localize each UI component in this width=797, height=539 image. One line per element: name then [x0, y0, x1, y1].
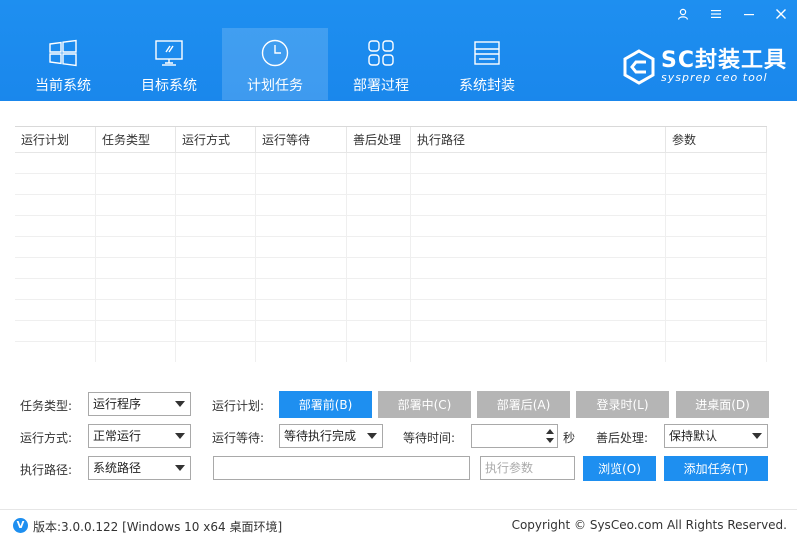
- logo-mark-icon: [623, 49, 655, 85]
- tab-label: 系统封装: [459, 78, 515, 94]
- plan-after-deploy-button[interactable]: 部署后(A): [477, 391, 570, 418]
- tab-label: 计划任务: [247, 78, 303, 94]
- column-header[interactable]: 任务类型: [96, 127, 176, 153]
- exec-path-input[interactable]: [213, 456, 470, 480]
- tab-current-system[interactable]: 当前系统: [10, 28, 116, 100]
- after-process-label: 善后处理:: [596, 431, 649, 445]
- grid-icon: [368, 40, 394, 66]
- minimize-icon[interactable]: [737, 4, 761, 24]
- tab-label: 当前系统: [35, 78, 91, 94]
- table-row[interactable]: [15, 216, 767, 237]
- plan-on-desktop-button[interactable]: 进桌面(D): [676, 391, 769, 418]
- exec-params-input[interactable]: 执行参数: [480, 456, 575, 480]
- after-process-value: 保持默认: [669, 429, 718, 443]
- table-row[interactable]: [15, 258, 767, 279]
- logo-title: SC封装工具: [661, 48, 787, 73]
- column-header[interactable]: 运行计划: [15, 127, 96, 153]
- table-row[interactable]: [15, 321, 767, 342]
- task-table: 运行计划 任务类型 运行方式 运行等待 善后处理 执行路径 参数: [15, 126, 767, 362]
- task-type-value: 运行程序: [93, 397, 142, 411]
- spin-up-icon[interactable]: [545, 426, 555, 436]
- tab-target-system[interactable]: 目标系统: [116, 28, 222, 100]
- tab-label: 部署过程: [353, 78, 409, 94]
- column-header[interactable]: 运行等待: [256, 127, 347, 153]
- tab-scheduled-tasks[interactable]: 计划任务: [222, 28, 328, 100]
- chevron-down-icon: [175, 433, 185, 439]
- table-row[interactable]: [15, 237, 767, 258]
- version-text: 版本:3.0.0.122 [Windows 10 x64 桌面环境]: [33, 520, 283, 534]
- app-logo: SC封装工具 sysprep ceo tool: [620, 48, 787, 86]
- column-header[interactable]: 参数: [666, 127, 767, 153]
- run-mode-select[interactable]: 正常运行: [88, 424, 191, 448]
- windows-icon: [49, 39, 77, 67]
- run-wait-label: 运行等待:: [212, 431, 265, 445]
- plan-before-deploy-button[interactable]: 部署前(B): [279, 391, 372, 418]
- run-wait-select[interactable]: 等待执行完成: [279, 424, 383, 448]
- seconds-unit-label: 秒: [563, 431, 576, 445]
- run-mode-value: 正常运行: [93, 429, 142, 443]
- exec-params-placeholder: 执行参数: [485, 461, 534, 475]
- chevron-down-icon: [367, 433, 377, 439]
- column-header[interactable]: 善后处理: [347, 127, 411, 153]
- version-badge-icon: V: [13, 518, 28, 533]
- status-bar: V 版本:3.0.0.122 [Windows 10 x64 桌面环境] Cop…: [0, 509, 797, 539]
- plan-on-login-button[interactable]: 登录时(L): [576, 391, 669, 418]
- table-row[interactable]: [15, 195, 767, 216]
- logo-subtitle: sysprep ceo tool: [661, 71, 768, 84]
- copyright-text: Copyright © SysCeo.com All Rights Reserv…: [511, 518, 787, 532]
- close-icon[interactable]: [769, 4, 793, 24]
- tab-system-package[interactable]: 系统封装: [434, 28, 540, 100]
- task-type-select[interactable]: 运行程序: [88, 392, 191, 416]
- chevron-down-icon: [752, 433, 762, 439]
- run-plan-label: 运行计划:: [212, 399, 265, 413]
- column-header[interactable]: 运行方式: [176, 127, 256, 153]
- monitor-icon: [155, 40, 183, 66]
- table-header: 运行计划 任务类型 运行方式 运行等待 善后处理 执行路径 参数: [15, 127, 767, 153]
- table-row[interactable]: [15, 342, 767, 362]
- main-nav: 当前系统 目标系统 计划任务 部署过程 系统封装: [10, 28, 540, 100]
- header-bar: 当前系统 目标系统 计划任务 部署过程 系统封装 SC封装工具 sysprep …: [0, 0, 797, 101]
- exec-path-select[interactable]: 系统路径: [88, 456, 191, 480]
- add-task-button[interactable]: 添加任务(T): [664, 456, 768, 481]
- chevron-down-icon: [175, 401, 185, 407]
- table-row[interactable]: [15, 153, 767, 174]
- table-body: [15, 153, 767, 362]
- spin-down-icon[interactable]: [545, 436, 555, 446]
- tab-label: 目标系统: [141, 78, 197, 94]
- plan-during-deploy-button[interactable]: 部署中(C): [378, 391, 471, 418]
- clock-icon: [261, 39, 289, 67]
- column-header[interactable]: 执行路径: [411, 127, 666, 153]
- exec-path-value: 系统路径: [93, 461, 142, 475]
- table-row[interactable]: [15, 300, 767, 321]
- run-mode-label: 运行方式:: [20, 431, 73, 445]
- run-wait-value: 等待执行完成: [284, 429, 357, 443]
- task-type-label: 任务类型:: [20, 399, 73, 413]
- drive-icon: [474, 41, 500, 65]
- table-row[interactable]: [15, 174, 767, 195]
- user-icon[interactable]: [671, 4, 695, 24]
- exec-path-label: 执行路径:: [20, 463, 73, 477]
- after-process-select[interactable]: 保持默认: [664, 424, 768, 448]
- wait-time-label: 等待时间:: [403, 431, 456, 445]
- menu-icon[interactable]: [704, 4, 728, 24]
- tab-deploy-process[interactable]: 部署过程: [328, 28, 434, 100]
- browse-button[interactable]: 浏览(O): [583, 456, 656, 481]
- chevron-down-icon: [175, 465, 185, 471]
- table-row[interactable]: [15, 279, 767, 300]
- wait-time-stepper[interactable]: [471, 424, 558, 448]
